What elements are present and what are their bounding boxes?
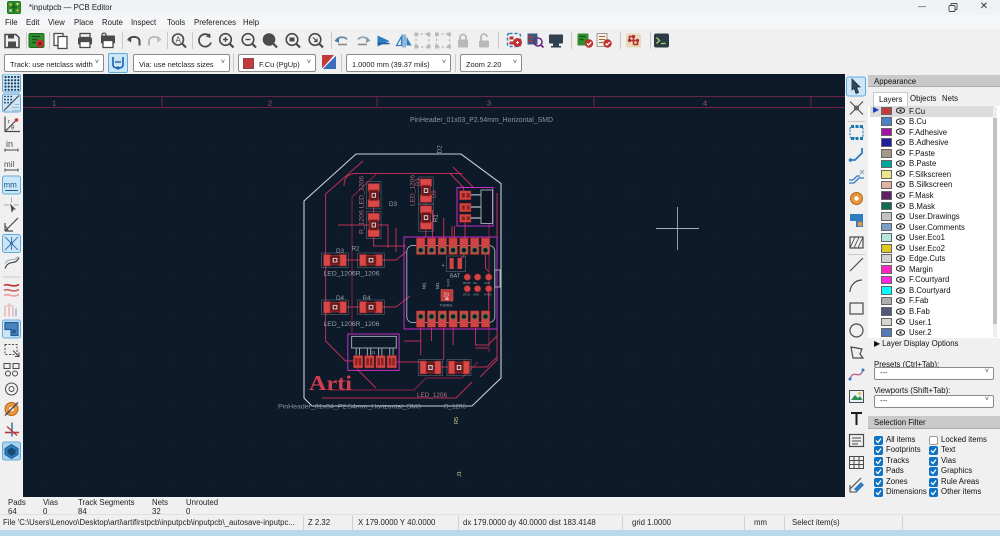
svg-text:XIAO: XIAO	[447, 279, 451, 287]
svg-text:J1: J1	[457, 471, 463, 477]
svg-text:MTCK: MTCK	[463, 293, 471, 297]
svg-text:R4: R4	[363, 295, 372, 302]
svg-text:IO39: IO39	[484, 281, 490, 285]
svg-text:R2: R2	[352, 246, 361, 253]
svg-text:GND: GND	[473, 293, 479, 297]
svg-text:LED_1206: LED_1206	[417, 392, 447, 399]
svg-text:BAT: BAT	[450, 274, 461, 280]
svg-text:mil: mil	[4, 160, 14, 169]
svg-text:R1: R1	[434, 214, 440, 222]
svg-text:Arti: Arti	[309, 371, 352, 395]
svg-text:R5: R5	[454, 417, 460, 424]
svg-text:EN: EN	[473, 281, 477, 285]
svg-text:M1: M1	[422, 282, 427, 289]
svg-text:in: in	[6, 139, 13, 149]
svg-text:r: r	[8, 120, 10, 126]
svg-text:1: 1	[52, 99, 56, 108]
svg-text:MTDO: MTDO	[484, 293, 492, 297]
svg-text:D9: D9	[432, 190, 438, 198]
svg-text:A: A	[176, 36, 182, 45]
svg-text:R_1206: R_1206	[444, 404, 466, 411]
svg-text:R3: R3	[416, 178, 422, 186]
svg-text:MTMS: MTMS	[463, 281, 471, 285]
svg-text:+: +	[442, 263, 445, 269]
svg-text:3: 3	[487, 99, 491, 108]
svg-text:LED_1206R_1206: LED_1206R_1206	[324, 271, 381, 278]
svg-text:LED_1206R_1206: LED_1206R_1206	[324, 321, 381, 328]
svg-text:THERML: THERML	[440, 304, 453, 308]
svg-text:mm: mm	[4, 181, 18, 190]
svg-text:D4: D4	[336, 295, 345, 302]
svg-text:PinHeader_01x03_P2.54mm_Horizo: PinHeader_01x03_P2.54mm_Horizontal_SMD	[410, 117, 553, 124]
svg-text:D3: D3	[336, 248, 345, 255]
svg-text:J1: J1	[371, 350, 376, 355]
svg-text:M1: M1	[435, 282, 440, 289]
svg-text:4: 4	[703, 99, 707, 108]
svg-text:θ: θ	[11, 126, 15, 132]
svg-text:PinHeader_01x04_P2.54mm_Horizo: PinHeader_01x04_P2.54mm_Horizontal_SM0	[278, 404, 421, 411]
svg-text:D2: D2	[437, 145, 444, 154]
svg-text:2: 2	[268, 99, 272, 108]
svg-text:D3: D3	[389, 201, 398, 208]
svg-text:R_1206 LED_1206: R_1206 LED_1206	[359, 175, 366, 234]
